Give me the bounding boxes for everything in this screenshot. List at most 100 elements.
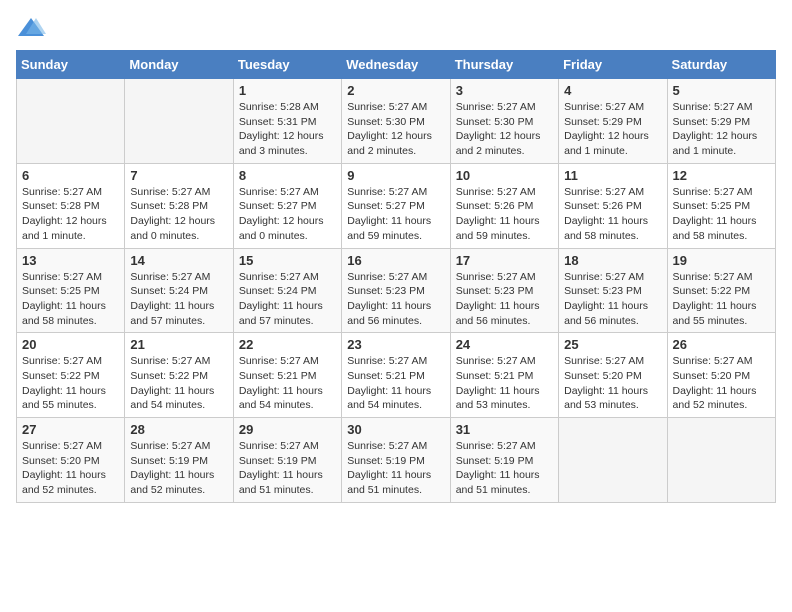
weekday-header-sunday: Sunday — [17, 51, 125, 79]
calendar-cell — [125, 79, 233, 164]
weekday-header-saturday: Saturday — [667, 51, 775, 79]
calendar-cell: 10 Sunrise: 5:27 AMSunset: 5:26 PMDayligh… — [450, 163, 558, 248]
calendar-cell: 17Sunrise: 5:27 AMSunset: 5:23 PMDayligh… — [450, 248, 558, 333]
calendar-week-4: 20 Sunrise: 5:27 AMSunset: 5:22 PMDayligh… — [17, 333, 776, 418]
day-number: 3 — [456, 83, 553, 98]
day-number: 23 — [347, 337, 444, 352]
calendar-cell: 21Sunrise: 5:27 AMSunset: 5:22 PMDayligh… — [125, 333, 233, 418]
day-number: 25 — [564, 337, 661, 352]
day-number: 4 — [564, 83, 661, 98]
day-detail: Sunrise: 5:27 AMSunset: 5:21 PMDaylight:… — [456, 354, 553, 413]
day-number: 27 — [22, 422, 119, 437]
day-number: 28 — [130, 422, 227, 437]
calendar-week-3: 13Sunrise: 5:27 AMSunset: 5:25 PMDayligh… — [17, 248, 776, 333]
calendar-cell: 27 Sunrise: 5:27 AMSunset: 5:20 PMDayligh… — [17, 418, 125, 503]
day-number: 6 — [22, 168, 119, 183]
day-detail: Sunrise: 5:27 AMSunset: 5:29 PMDaylight:… — [564, 100, 661, 159]
weekday-header-row: SundayMondayTuesdayWednesdayThursdayFrid… — [17, 51, 776, 79]
calendar-cell: 15 Sunrise: 5:27 AMSunset: 5:24 PMDayligh… — [233, 248, 341, 333]
day-detail: Sunrise: 5:27 AMSunset: 5:26 PMDaylight:… — [456, 185, 553, 244]
day-number: 1 — [239, 83, 336, 98]
logo-icon — [16, 16, 46, 40]
day-number: 16 — [347, 253, 444, 268]
calendar-cell: 4 Sunrise: 5:27 AMSunset: 5:29 PMDaylight… — [559, 79, 667, 164]
calendar-cell: 20 Sunrise: 5:27 AMSunset: 5:22 PMDayligh… — [17, 333, 125, 418]
day-number: 12 — [673, 168, 770, 183]
day-detail: Sunrise: 5:27 AMSunset: 5:20 PMDaylight:… — [564, 354, 661, 413]
day-detail: Sunrise: 5:27 AMSunset: 5:27 PMDaylight:… — [239, 185, 336, 244]
calendar-week-1: 1Sunrise: 5:28 AMSunset: 5:31 PMDaylight… — [17, 79, 776, 164]
day-number: 2 — [347, 83, 444, 98]
calendar-cell: 19 Sunrise: 5:27 AMSunset: 5:22 PMDayligh… — [667, 248, 775, 333]
calendar-cell: 7 Sunrise: 5:27 AMSunset: 5:28 PMDaylight… — [125, 163, 233, 248]
day-number: 19 — [673, 253, 770, 268]
day-detail: Sunrise: 5:27 AMSunset: 5:27 PMDaylight:… — [347, 185, 444, 244]
day-number: 9 — [347, 168, 444, 183]
weekday-header-tuesday: Tuesday — [233, 51, 341, 79]
day-number: 30 — [347, 422, 444, 437]
day-detail: Sunrise: 5:27 AMSunset: 5:22 PMDaylight:… — [22, 354, 119, 413]
calendar-cell: 11 Sunrise: 5:27 AMSunset: 5:26 PMDayligh… — [559, 163, 667, 248]
day-detail: Sunrise: 5:27 AMSunset: 5:24 PMDaylight:… — [130, 270, 227, 329]
calendar-week-5: 27 Sunrise: 5:27 AMSunset: 5:20 PMDayligh… — [17, 418, 776, 503]
calendar-cell: 8Sunrise: 5:27 AMSunset: 5:27 PMDaylight… — [233, 163, 341, 248]
day-detail: Sunrise: 5:27 AMSunset: 5:30 PMDaylight:… — [456, 100, 553, 159]
day-detail: Sunrise: 5:27 AMSunset: 5:29 PMDaylight:… — [673, 100, 770, 159]
calendar-cell: 5 Sunrise: 5:27 AMSunset: 5:29 PMDaylight… — [667, 79, 775, 164]
calendar-week-2: 6 Sunrise: 5:27 AMSunset: 5:28 PMDaylight… — [17, 163, 776, 248]
day-number: 31 — [456, 422, 553, 437]
calendar-table: SundayMondayTuesdayWednesdayThursdayFrid… — [16, 50, 776, 503]
day-number: 26 — [673, 337, 770, 352]
day-detail: Sunrise: 5:27 AMSunset: 5:23 PMDaylight:… — [347, 270, 444, 329]
logo — [16, 16, 50, 40]
day-detail: Sunrise: 5:27 AMSunset: 5:20 PMDaylight:… — [673, 354, 770, 413]
day-number: 7 — [130, 168, 227, 183]
day-number: 21 — [130, 337, 227, 352]
day-detail: Sunrise: 5:27 AMSunset: 5:20 PMDaylight:… — [22, 439, 119, 498]
day-number: 20 — [22, 337, 119, 352]
calendar-cell — [667, 418, 775, 503]
weekday-header-wednesday: Wednesday — [342, 51, 450, 79]
calendar-cell: 1Sunrise: 5:28 AMSunset: 5:31 PMDaylight… — [233, 79, 341, 164]
calendar-cell: 25 Sunrise: 5:27 AMSunset: 5:20 PMDayligh… — [559, 333, 667, 418]
day-detail: Sunrise: 5:27 AMSunset: 5:19 PMDaylight:… — [347, 439, 444, 498]
calendar-cell — [17, 79, 125, 164]
day-number: 13 — [22, 253, 119, 268]
calendar-cell: 6 Sunrise: 5:27 AMSunset: 5:28 PMDaylight… — [17, 163, 125, 248]
calendar-cell: 14Sunrise: 5:27 AMSunset: 5:24 PMDayligh… — [125, 248, 233, 333]
day-number: 10 — [456, 168, 553, 183]
calendar-cell: 18 Sunrise: 5:27 AMSunset: 5:23 PMDayligh… — [559, 248, 667, 333]
day-number: 24 — [456, 337, 553, 352]
calendar-cell — [559, 418, 667, 503]
day-number: 29 — [239, 422, 336, 437]
calendar-cell: 3 Sunrise: 5:27 AMSunset: 5:30 PMDaylight… — [450, 79, 558, 164]
day-detail: Sunrise: 5:27 AMSunset: 5:21 PMDaylight:… — [347, 354, 444, 413]
calendar-cell: 22Sunrise: 5:27 AMSunset: 5:21 PMDayligh… — [233, 333, 341, 418]
day-detail: Sunrise: 5:27 AMSunset: 5:23 PMDaylight:… — [564, 270, 661, 329]
day-detail: Sunrise: 5:27 AMSunset: 5:28 PMDaylight:… — [22, 185, 119, 244]
weekday-header-friday: Friday — [559, 51, 667, 79]
day-detail: Sunrise: 5:27 AMSunset: 5:22 PMDaylight:… — [673, 270, 770, 329]
calendar-cell: 16 Sunrise: 5:27 AMSunset: 5:23 PMDayligh… — [342, 248, 450, 333]
day-number: 11 — [564, 168, 661, 183]
day-detail: Sunrise: 5:27 AMSunset: 5:24 PMDaylight:… — [239, 270, 336, 329]
calendar-cell: 12 Sunrise: 5:27 AMSunset: 5:25 PMDayligh… — [667, 163, 775, 248]
weekday-header-thursday: Thursday — [450, 51, 558, 79]
day-detail: Sunrise: 5:27 AMSunset: 5:28 PMDaylight:… — [130, 185, 227, 244]
calendar-cell: 13Sunrise: 5:27 AMSunset: 5:25 PMDayligh… — [17, 248, 125, 333]
day-number: 15 — [239, 253, 336, 268]
calendar-cell: 28 Sunrise: 5:27 AMSunset: 5:19 PMDayligh… — [125, 418, 233, 503]
day-detail: Sunrise: 5:27 AMSunset: 5:26 PMDaylight:… — [564, 185, 661, 244]
day-detail: Sunrise: 5:27 AMSunset: 5:21 PMDaylight:… — [239, 354, 336, 413]
day-detail: Sunrise: 5:27 AMSunset: 5:19 PMDaylight:… — [239, 439, 336, 498]
calendar-cell: 29 Sunrise: 5:27 AMSunset: 5:19 PMDayligh… — [233, 418, 341, 503]
calendar-cell: 23 Sunrise: 5:27 AMSunset: 5:21 PMDayligh… — [342, 333, 450, 418]
calendar-cell: 31 Sunrise: 5:27 AMSunset: 5:19 PMDayligh… — [450, 418, 558, 503]
day-detail: Sunrise: 5:27 AMSunset: 5:19 PMDaylight:… — [456, 439, 553, 498]
day-detail: Sunrise: 5:27 AMSunset: 5:19 PMDaylight:… — [130, 439, 227, 498]
day-number: 18 — [564, 253, 661, 268]
day-detail: Sunrise: 5:27 AMSunset: 5:25 PMDaylight:… — [673, 185, 770, 244]
day-number: 5 — [673, 83, 770, 98]
calendar-cell: 9 Sunrise: 5:27 AMSunset: 5:27 PMDaylight… — [342, 163, 450, 248]
day-detail: Sunrise: 5:27 AMSunset: 5:30 PMDaylight:… — [347, 100, 444, 159]
